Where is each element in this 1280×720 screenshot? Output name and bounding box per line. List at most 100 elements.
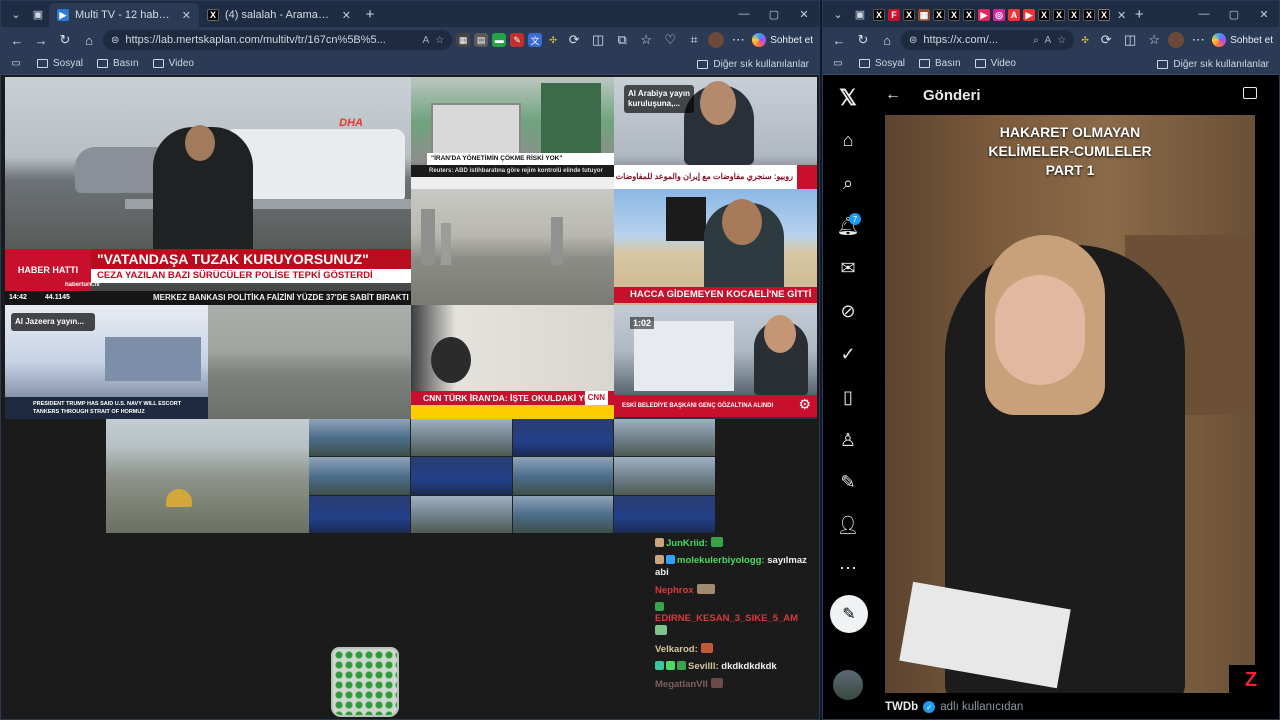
chat-username[interactable]: Sevilll:	[688, 661, 719, 672]
new-tab-icon[interactable]: +	[359, 3, 381, 25]
read-aloud-icon[interactable]: A	[1045, 35, 1052, 46]
x-favicon-icon[interactable]: X	[903, 9, 915, 21]
extension-icon[interactable]: ✣	[546, 33, 561, 47]
chat-username[interactable]: MegatlanVII	[655, 679, 708, 690]
favicon-icon[interactable]: A	[1008, 9, 1020, 21]
forward-icon[interactable]: →	[31, 30, 51, 50]
search-icon[interactable]: ⌕	[835, 170, 861, 196]
screenshot-icon[interactable]: ⌗	[684, 30, 704, 50]
back-icon[interactable]: ←	[7, 30, 27, 50]
close-window-icon[interactable]: ✕	[789, 1, 819, 27]
favorites-folder-basin[interactable]: Basın	[97, 58, 139, 69]
workspaces-icon[interactable]: ▣	[27, 3, 49, 25]
read-aloud-icon[interactable]: A	[423, 35, 430, 46]
x-favicon-icon[interactable]: X	[1098, 9, 1110, 21]
favicon-icon[interactable]: F	[888, 9, 900, 21]
other-favorites[interactable]: Diğer sık kullanılanlar	[697, 53, 809, 75]
other-favorites[interactable]: Diğer sık kullanılanlar	[1157, 53, 1269, 75]
video-tile-aljazeera[interactable]: Al Jazeera yayın... PRESIDENT TRUMP HAS …	[5, 305, 208, 419]
camera-feed[interactable]	[614, 495, 715, 533]
tab-actions-chevron-icon[interactable]: ⌄	[827, 3, 849, 25]
extension-icon[interactable]: ▬	[492, 33, 507, 47]
grok-icon[interactable]: ⊘	[835, 298, 861, 324]
communities-icon[interactable]: ✓	[835, 341, 861, 367]
minimize-icon[interactable]: —	[1189, 1, 1219, 27]
close-tab-icon[interactable]: ✕	[182, 9, 191, 22]
favorites-folder-sosyal[interactable]: Sosyal	[859, 58, 905, 69]
extension-icon[interactable]: ▦	[456, 33, 471, 47]
zoom-icon[interactable]: ⌕	[1033, 35, 1039, 46]
translate-extension-icon[interactable]: 文	[528, 33, 543, 47]
extension-icon[interactable]: ✣	[1078, 33, 1093, 47]
close-tab-icon[interactable]: ✕	[1117, 9, 1126, 22]
tab-actions-chevron-icon[interactable]: ⌄	[5, 3, 27, 25]
collections-icon[interactable]: ♡	[660, 30, 680, 50]
camera-feed[interactable]	[614, 457, 715, 495]
split-screen-icon[interactable]: ◫	[1120, 30, 1140, 50]
refresh-icon[interactable]: ↻	[853, 30, 873, 50]
post-video[interactable]: HAKARET OLMAYAN KELİMELER-CUMLELER PART …	[885, 115, 1255, 693]
settings-gear-icon[interactable]: ⚙	[798, 396, 811, 413]
refresh-icon[interactable]: ↻	[55, 30, 75, 50]
post-compose-button[interactable]: ✎	[830, 595, 868, 633]
video-tile-10[interactable]: 1:02 ESKİ BELEDİYE BAŞKANI GENÇ GÖZALTIN…	[614, 305, 817, 419]
minimize-icon[interactable]: —	[729, 1, 759, 27]
chat-username[interactable]: JunKriid:	[666, 538, 708, 549]
x-favicon-icon[interactable]: X	[873, 9, 885, 21]
favicon-icon[interactable]: ▦	[918, 9, 930, 21]
more-menu-icon[interactable]: ⋯	[728, 30, 748, 50]
account-avatar[interactable]	[833, 670, 863, 700]
maximize-icon[interactable]: ▢	[1219, 1, 1249, 27]
address-bar[interactable]: ⊜ https://x.com/... ⌕ A ☆	[901, 30, 1075, 50]
extensions-icon[interactable]: ⧉	[612, 30, 632, 50]
favorites-bar-icon[interactable]: ▭	[831, 54, 845, 74]
close-tab-icon[interactable]: ✕	[342, 9, 351, 22]
chat-username[interactable]: Nephrox	[655, 585, 694, 596]
favorites-bar-icon[interactable]: ▭	[9, 54, 23, 74]
lists-icon[interactable]: ✎	[835, 469, 861, 495]
camera-feed[interactable]	[512, 495, 614, 533]
address-bar[interactable]: ⊜ https://lab.mertskaplan.com/multitv/tr…	[103, 30, 453, 50]
camera-feed[interactable]	[309, 419, 410, 457]
x-logo-icon[interactable]: 𝕏	[835, 85, 861, 111]
x-favicon-icon[interactable]: X	[1068, 9, 1080, 21]
messages-icon[interactable]: ✉	[835, 255, 861, 281]
favorites-icon[interactable]: ☆	[636, 30, 656, 50]
copilot-button[interactable]: Sohbet et	[1212, 33, 1273, 47]
favorites-icon[interactable]: ☆	[1144, 30, 1164, 50]
refresh-extension-icon[interactable]: ⟳	[564, 30, 584, 50]
favorites-folder-video[interactable]: Video	[974, 58, 1016, 69]
extension-icon[interactable]: ▤	[474, 33, 489, 47]
camera-mosaic[interactable]	[309, 419, 715, 533]
workspaces-icon[interactable]: ▣	[849, 3, 871, 25]
video-tile-haberturk[interactable]: DHA HABER HATTI "VATANDAŞA TUZAK KURUYOR…	[5, 77, 411, 305]
more-icon[interactable]: ⋯	[835, 555, 861, 581]
back-arrow-icon[interactable]: ←	[885, 86, 901, 104]
video-tile-2[interactable]: "İRAN'DA YÖNETİMİN ÇÖKME RİSKİ YOK" Reut…	[411, 77, 614, 189]
home-icon[interactable]: ⌂	[79, 30, 99, 50]
x-favicon-icon[interactable]: X	[948, 9, 960, 21]
site-info-icon[interactable]: ⊜	[111, 35, 119, 46]
favorite-star-icon[interactable]: ☆	[435, 35, 444, 46]
x-favicon-icon[interactable]: X	[933, 9, 945, 21]
camera-feed[interactable]	[309, 495, 410, 533]
chat-username[interactable]: molekulerbiyologg:	[677, 555, 765, 566]
author-name[interactable]: TWDb	[885, 701, 918, 713]
premium-icon[interactable]: ♙	[835, 427, 861, 453]
copilot-button[interactable]: Sohbet et	[752, 33, 813, 47]
chat-username[interactable]: EDIRNE_KESAN_3_SIKE_5_AM	[655, 613, 798, 624]
youtube-favicon-icon[interactable]: ▶	[1023, 9, 1035, 21]
camera-feed[interactable]	[410, 457, 512, 495]
new-tab-icon[interactable]: +	[1128, 3, 1150, 25]
close-window-icon[interactable]: ✕	[1249, 1, 1279, 27]
favicon-icon[interactable]: ▶	[978, 9, 990, 21]
refresh-extension-icon[interactable]: ⟳	[1096, 30, 1116, 50]
camera-feed[interactable]	[410, 495, 512, 533]
tab-x-search[interactable]: X (4) salalah - Arama / X ✕	[199, 3, 359, 27]
home-icon[interactable]: ⌂	[877, 30, 897, 50]
split-screen-icon[interactable]: ◫	[588, 30, 608, 50]
profile-avatar[interactable]	[708, 32, 725, 48]
favorites-folder-video[interactable]: Video	[152, 58, 194, 69]
x-favicon-icon[interactable]: X	[1038, 9, 1050, 21]
extension-icon[interactable]: ✎	[510, 33, 525, 47]
